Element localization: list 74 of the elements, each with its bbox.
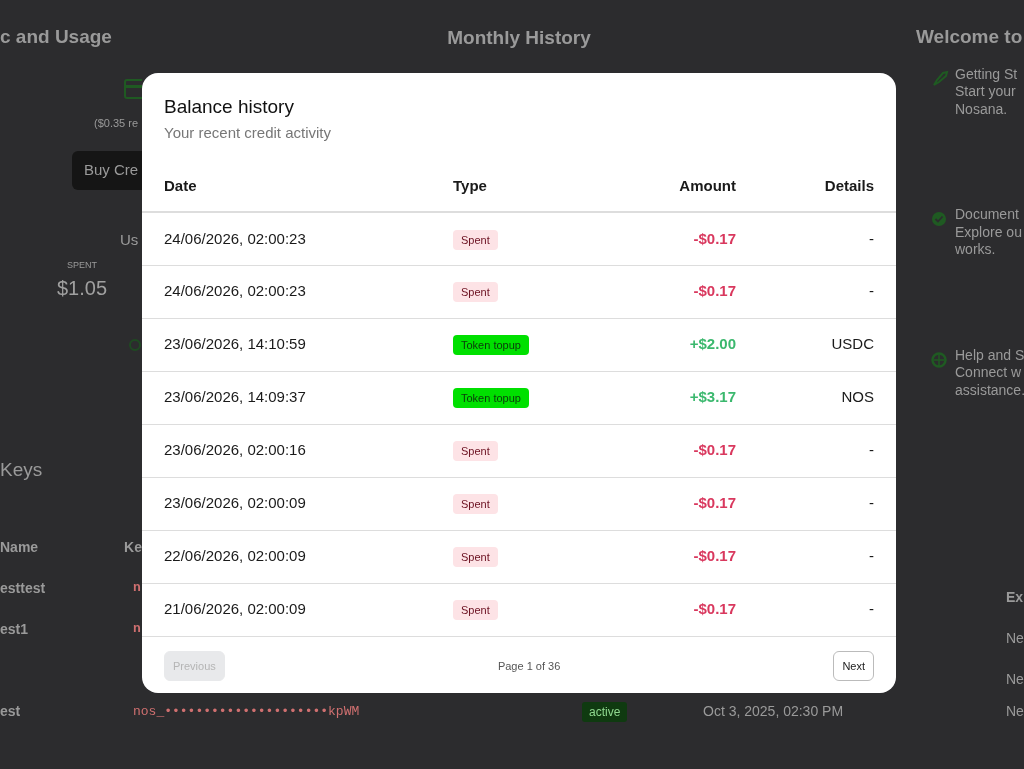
key-name: est1 <box>0 620 30 639</box>
column-header: Name <box>0 538 40 557</box>
item-description: Explore ou <box>955 223 1022 241</box>
date-cell: 23/06/2026, 14:09:37 <box>142 371 453 424</box>
column-header: Ke <box>124 538 142 557</box>
date-cell: 21/06/2026, 02:00:09 <box>142 583 453 636</box>
column-header: Amount <box>623 162 736 212</box>
api-key: nos_•••••••••••••••••••••kpWM <box>133 701 582 722</box>
details-cell: - <box>736 583 896 636</box>
section-heading: c and Usage <box>0 25 113 49</box>
usage-label: Us <box>120 229 140 250</box>
amount-cell: -$0.17 <box>623 530 736 583</box>
details-cell: USDC <box>736 318 896 371</box>
section-heading: Welcome to <box>916 25 1024 49</box>
date-cell: 22/06/2026, 02:00:09 <box>142 530 453 583</box>
item-description: Nosana. <box>955 100 1009 118</box>
details-cell: - <box>736 265 896 318</box>
amount-cell: -$0.17 <box>623 265 736 318</box>
globe-icon <box>931 351 947 368</box>
date-cell: 23/06/2026, 02:00:09 <box>142 477 453 530</box>
type-badge: Token topup <box>453 388 529 409</box>
type-badge: Spent <box>453 282 498 303</box>
type-badge: Spent <box>453 494 498 515</box>
amount-cell: -$0.17 <box>623 583 736 636</box>
date-cell: 23/06/2026, 14:10:59 <box>142 318 453 371</box>
table-cell-text: Ne <box>1006 702 1024 721</box>
item-title: Document <box>955 206 1020 224</box>
item-title: Help and S <box>955 346 1024 364</box>
type-badge: Token topup <box>453 335 529 356</box>
item-description: Connect w <box>955 364 1023 382</box>
amount-cell: -$0.17 <box>623 424 736 477</box>
type-badge: Spent <box>453 547 498 568</box>
details-cell: - <box>736 477 896 530</box>
section-heading: Keys <box>0 457 44 482</box>
item-description: Start your <box>955 83 1017 101</box>
type-badge: Spent <box>453 600 498 621</box>
key-name: est <box>0 702 22 721</box>
modal-subtitle: Your recent credit activity <box>164 122 333 143</box>
type-badge: Spent <box>453 229 498 250</box>
details-cell: - <box>736 424 896 477</box>
details-cell: - <box>736 530 896 583</box>
amount-cell: -$0.17 <box>623 212 736 265</box>
status-badge: active <box>582 702 628 722</box>
api-key: n <box>133 619 141 640</box>
item-description: assistance. <box>955 381 1024 399</box>
buy-credits-button[interactable]: Buy Cre <box>72 151 142 190</box>
check-circle-icon <box>931 211 947 228</box>
page-indicator: Page 1 of 36 <box>497 658 561 674</box>
key-name: esttest <box>0 579 47 598</box>
item-description: works. <box>955 241 997 259</box>
date-cell: 23/06/2026, 02:00:16 <box>142 424 453 477</box>
api-key: n <box>133 578 141 599</box>
type-badge: Spent <box>453 441 498 462</box>
section-heading: Monthly History <box>447 26 591 50</box>
column-header: Type <box>453 162 623 212</box>
date-cell: 24/06/2026, 02:00:23 <box>142 212 453 265</box>
amount-cell: -$0.17 <box>623 477 736 530</box>
column-header: Ex <box>1006 588 1024 607</box>
column-header: Date <box>142 162 453 212</box>
details-cell: NOS <box>736 371 896 424</box>
column-header: Details <box>736 162 896 212</box>
amount-cell: +$2.00 <box>623 318 736 371</box>
next-button[interactable]: Next <box>833 650 874 681</box>
date-cell: 24/06/2026, 02:00:23 <box>142 265 453 318</box>
spent-value: $1.05 <box>55 275 109 301</box>
credit-note: ($0.35 re <box>94 115 140 131</box>
spent-label: SPENT <box>66 259 98 272</box>
table-cell-text: Ne <box>1006 670 1024 689</box>
created-date: Oct 3, 2025, 02:30 PM <box>703 702 845 721</box>
details-cell: - <box>736 212 896 265</box>
item-title: Getting St <box>955 65 1018 83</box>
table-cell-text: Ne <box>1006 629 1024 648</box>
modal-title: Balance history <box>164 95 295 119</box>
amount-cell: +$3.17 <box>623 371 736 424</box>
